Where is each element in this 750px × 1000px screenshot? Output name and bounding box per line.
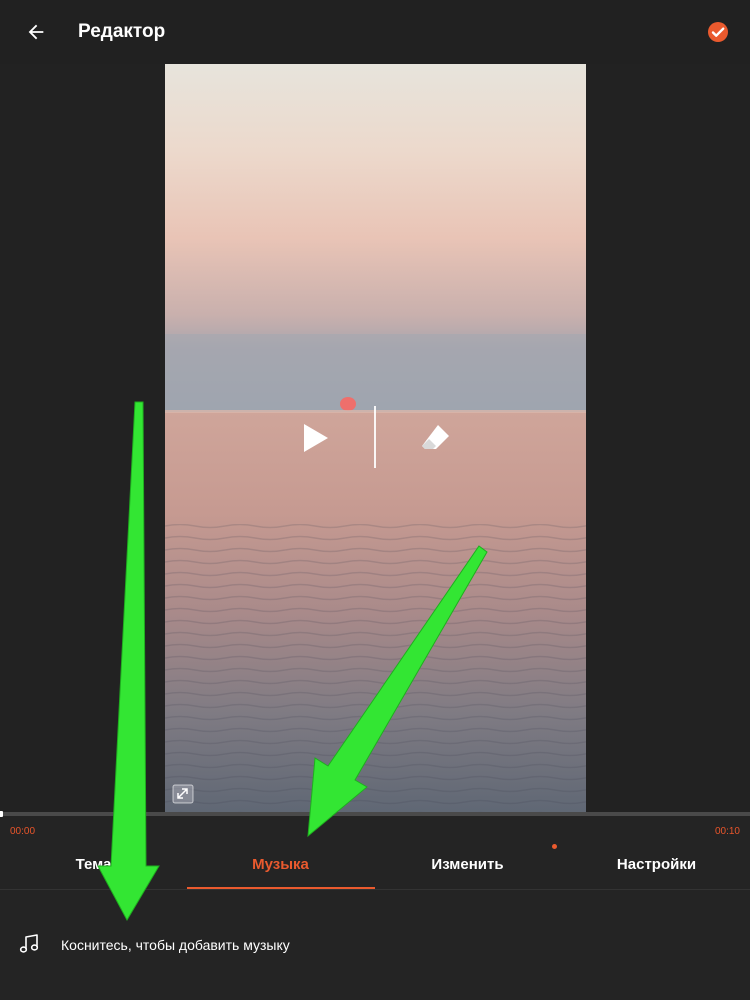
tab-settings[interactable]: Настройки [563,838,750,890]
video-preview-area [0,64,750,814]
edit-clip-button[interactable] [418,420,454,456]
editor-tabs: Тема Музыка Изменить Настройки [0,838,750,890]
expand-icon [172,784,194,804]
play-button[interactable] [298,420,332,456]
add-music-button[interactable]: Коснитесь, чтобы добавить музыку [0,918,750,972]
confirm-button[interactable] [706,20,730,44]
timeline-thumb[interactable] [0,811,3,817]
music-note-icon [19,934,39,953]
check-circle-icon [708,22,728,42]
eraser-icon [422,425,449,449]
new-badge-dot [552,844,557,849]
play-icon [304,424,328,452]
top-app-bar: Редактор [0,0,750,64]
tab-theme[interactable]: Тема [0,838,187,890]
video-editor-screen: Редактор 00:00 00:10 Тема Музыка Изменит… [0,0,750,1000]
timeline-start-time: 00:00 [10,826,36,837]
page-title: Редактор [78,21,166,42]
overlay-divider [374,406,376,468]
add-music-label: Коснитесь, чтобы добавить музыку [61,937,290,953]
active-tab-indicator [187,887,375,889]
timeline-end-time: 00:10 [714,826,740,837]
tab-edit[interactable]: Изменить [374,838,561,890]
arrow-left-icon [28,24,44,40]
tab-music[interactable]: Музыка [187,838,374,890]
fullscreen-button[interactable] [172,784,196,806]
back-button[interactable] [20,16,52,48]
timeline-scrubber[interactable] [0,811,750,817]
